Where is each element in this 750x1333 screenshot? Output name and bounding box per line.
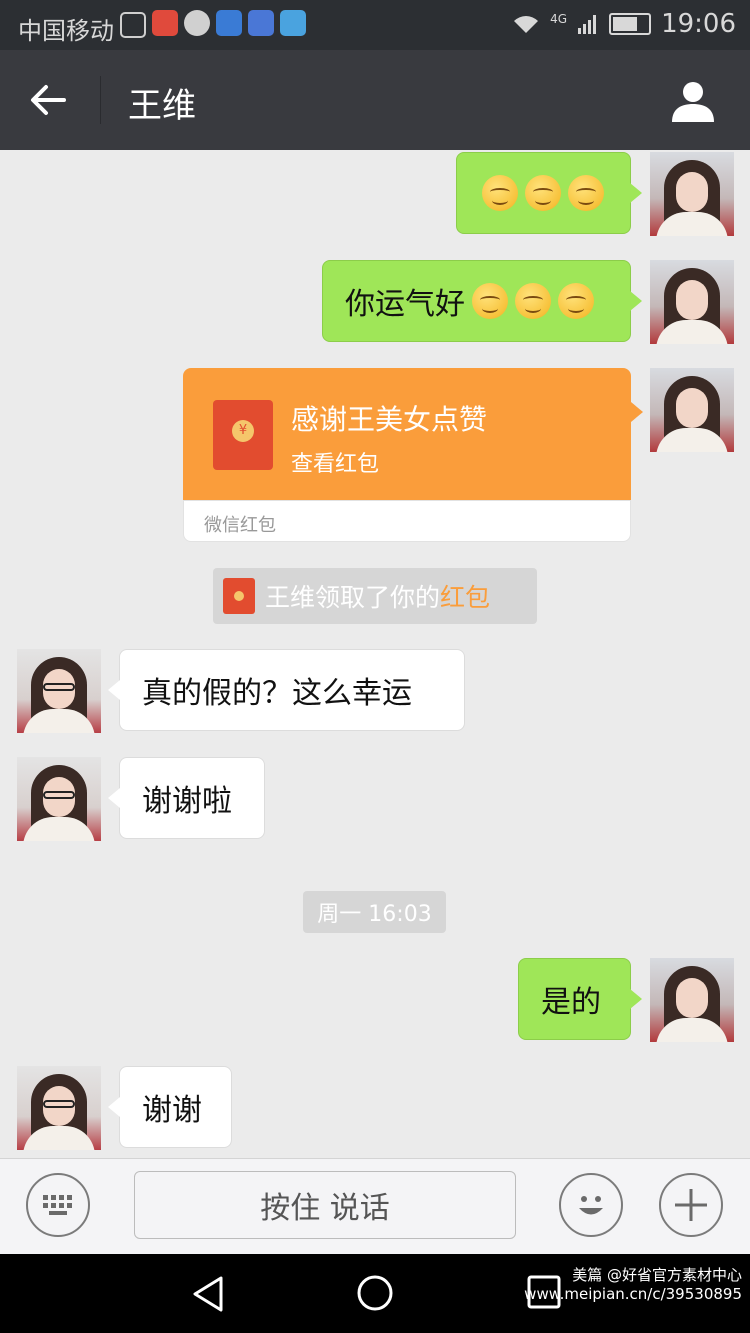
nav-home-button[interactable] xyxy=(356,1274,394,1316)
weibo-icon xyxy=(152,10,178,36)
input-bar: 按住 说话 xyxy=(0,1158,750,1254)
video-app-icon xyxy=(216,10,242,36)
smile-emoji-icon xyxy=(515,283,551,319)
more-options-button[interactable] xyxy=(659,1173,723,1237)
system-notice-text: 王维领取了你的 xyxy=(265,583,441,612)
red-packet-body: ¥ 感谢王美女点赞 查看红包 xyxy=(183,368,643,500)
message-bubble-sent[interactable]: 是的 xyxy=(518,958,642,1040)
red-envelope-icon: ¥ xyxy=(213,400,273,470)
contact-profile-button[interactable] xyxy=(670,78,716,124)
header-divider xyxy=(100,76,101,124)
network-type: 4G xyxy=(550,12,568,26)
chat-icon xyxy=(184,10,210,36)
red-packet-label: 微信红包 xyxy=(204,515,276,536)
red-packet-title: 感谢王美女点赞 xyxy=(291,403,488,436)
triangle-back-icon xyxy=(193,1276,223,1312)
message-text: 是的 xyxy=(541,985,601,1020)
hold-to-talk-button[interactable]: 按住 说话 xyxy=(134,1171,516,1239)
watermark-line-2: www.meipian.cn/c/39530895 xyxy=(524,1285,742,1303)
message-bubble-received[interactable]: 谢谢啦 xyxy=(108,757,265,839)
my-avatar[interactable] xyxy=(650,260,734,344)
signal-icon xyxy=(578,15,597,34)
chat-header: 王维 xyxy=(0,50,750,150)
system-notice: 王维领取了你的 红包 xyxy=(213,568,537,624)
hd-icon xyxy=(120,12,146,38)
smile-emoji-icon xyxy=(558,283,594,319)
watermark: 美篇 @好省官方素材中心 www.meipian.cn/c/39530895 xyxy=(524,1266,742,1304)
plus-icon xyxy=(675,1189,707,1221)
message-text: 你运气好 xyxy=(345,287,465,322)
arrow-left-icon xyxy=(31,85,66,115)
red-envelope-icon xyxy=(223,578,255,614)
smile-emoji-icon xyxy=(482,175,518,211)
baidu-icon xyxy=(248,10,274,36)
wifi-icon xyxy=(514,16,539,33)
status-bar: 中国移动 4G 19:06 xyxy=(0,0,750,50)
message-text: 真的假的？这么幸运 xyxy=(142,676,412,711)
timestamp-divider: 周一 16:03 xyxy=(303,891,446,933)
message-text: 谢谢啦 xyxy=(142,784,232,819)
message-bubble-received[interactable]: 真的假的？这么幸运 xyxy=(108,649,465,731)
red-packet-subtitle: 查看红包 xyxy=(291,452,380,477)
watermark-line-1: 美篇 @好省官方素材中心 xyxy=(572,1266,742,1284)
system-nav-bar: 美篇 @好省官方素材中心 www.meipian.cn/c/39530895 xyxy=(0,1254,750,1333)
red-packet-message[interactable]: ¥ 感谢王美女点赞 查看红包 微信红包 xyxy=(183,368,643,542)
page-title: 王维 xyxy=(128,86,196,126)
my-avatar[interactable] xyxy=(650,958,734,1042)
circle-home-icon xyxy=(357,1275,393,1311)
battery-icon xyxy=(609,13,652,35)
my-avatar[interactable] xyxy=(650,152,734,236)
telegram-icon xyxy=(280,10,306,36)
notification-icons xyxy=(120,10,306,38)
smile-emoji-icon xyxy=(525,175,561,211)
red-packet-link[interactable]: 红包 xyxy=(440,578,490,614)
status-right: 4G 19:06 xyxy=(512,9,736,39)
contact-avatar[interactable] xyxy=(17,757,101,841)
smile-emoji-icon xyxy=(568,175,604,211)
contact-avatar[interactable] xyxy=(17,1066,101,1150)
smiley-icon xyxy=(579,1196,603,1215)
carrier-name: 中国移动 xyxy=(18,17,114,45)
contact-avatar[interactable] xyxy=(17,649,101,733)
message-text: 谢谢 xyxy=(142,1093,202,1128)
person-icon xyxy=(672,82,714,122)
my-avatar[interactable] xyxy=(650,368,734,452)
red-packet-footer: 微信红包 xyxy=(183,500,631,542)
emoji-button[interactable] xyxy=(559,1173,623,1237)
keyboard-toggle-button[interactable] xyxy=(26,1173,90,1237)
message-bubble-sent[interactable]: 你运气好 xyxy=(322,260,642,342)
message-bubble-received[interactable]: 谢谢 xyxy=(108,1066,232,1148)
clock: 19:06 xyxy=(661,9,736,39)
message-bubble-sent[interactable] xyxy=(456,152,642,234)
nav-back-button[interactable] xyxy=(190,1274,226,1318)
smile-emoji-icon xyxy=(472,283,508,319)
keyboard-icon xyxy=(43,1195,72,1215)
message-list[interactable]: 你运气好 ¥ 感谢王美女点赞 查看红包 微信红包 王维领取了你的 红包 真的假的？… xyxy=(0,150,750,1158)
back-button[interactable] xyxy=(28,80,78,120)
